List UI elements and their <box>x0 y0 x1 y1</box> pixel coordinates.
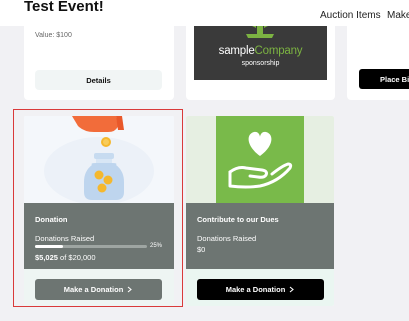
dues-raised-label: Donations Raised <box>197 234 257 243</box>
auction-item-card: Value: $100 Details <box>24 14 174 100</box>
donations-raised-label: Donations Raised <box>35 234 95 243</box>
sponsor-name-part1: sample <box>218 45 255 57</box>
chevron-right-icon <box>289 286 295 293</box>
dues-image <box>186 116 334 203</box>
event-title: Test Event! <box>24 0 104 15</box>
raised-amount: $5,025 <box>35 253 58 262</box>
donation-card-footer: Make a Donation <box>24 269 174 306</box>
sponsor-subtitle: sponsorship <box>241 60 280 67</box>
raised-of-text: of <box>60 253 67 262</box>
donation-jar-image <box>24 116 174 205</box>
dues-image-background <box>216 116 304 203</box>
donation-card: Donation Donations Raised 25% $5,025 of … <box>24 116 174 306</box>
sponsor-name: sampleCompany <box>194 45 327 57</box>
donation-raised-summary: $5,025 of $20,000 <box>35 253 96 262</box>
raised-goal: $20,000 <box>68 253 96 262</box>
item-value-text: Value: $100 <box>35 32 72 39</box>
donation-jar-illustration-icon <box>44 116 154 205</box>
auction-item-card-right: Place Bi <box>347 14 409 100</box>
donation-progress-fill <box>35 245 63 248</box>
dues-card-footer: Make a Donation <box>186 269 334 306</box>
dues-title: Contribute to our Dues <box>197 215 279 224</box>
make-dues-donation-label: Make a Donation <box>225 285 286 294</box>
nav-auction-items[interactable]: Auction Items <box>320 10 381 21</box>
dues-info-panel: Contribute to our Dues Donations Raised … <box>186 203 334 269</box>
dues-raised-amount: $0 <box>197 245 206 254</box>
donation-info-panel: Donation Donations Raised 25% $5,025 of … <box>24 203 174 269</box>
chevron-right-icon <box>127 286 133 293</box>
donation-progress-percent: 25% <box>150 243 163 249</box>
donation-progress-bar <box>35 245 147 248</box>
sponsorship-card: sampleCompany sponsorship <box>186 14 335 100</box>
nav-make-donation[interactable]: Make <box>387 10 409 21</box>
make-donation-label: Make a Donation <box>63 285 124 294</box>
donation-title: Donation <box>35 215 68 224</box>
sponsor-name-part2: Company <box>254 45 303 57</box>
make-donation-button[interactable]: Make a Donation <box>35 279 162 300</box>
details-button[interactable]: Details <box>35 70 162 90</box>
place-bid-button[interactable]: Place Bi <box>359 69 409 89</box>
dues-card: Contribute to our Dues Donations Raised … <box>186 116 334 306</box>
make-dues-donation-button[interactable]: Make a Donation <box>197 279 324 300</box>
top-header: Test Event! Auction Items Make <box>0 0 409 26</box>
hand-heart-icon <box>228 131 293 189</box>
